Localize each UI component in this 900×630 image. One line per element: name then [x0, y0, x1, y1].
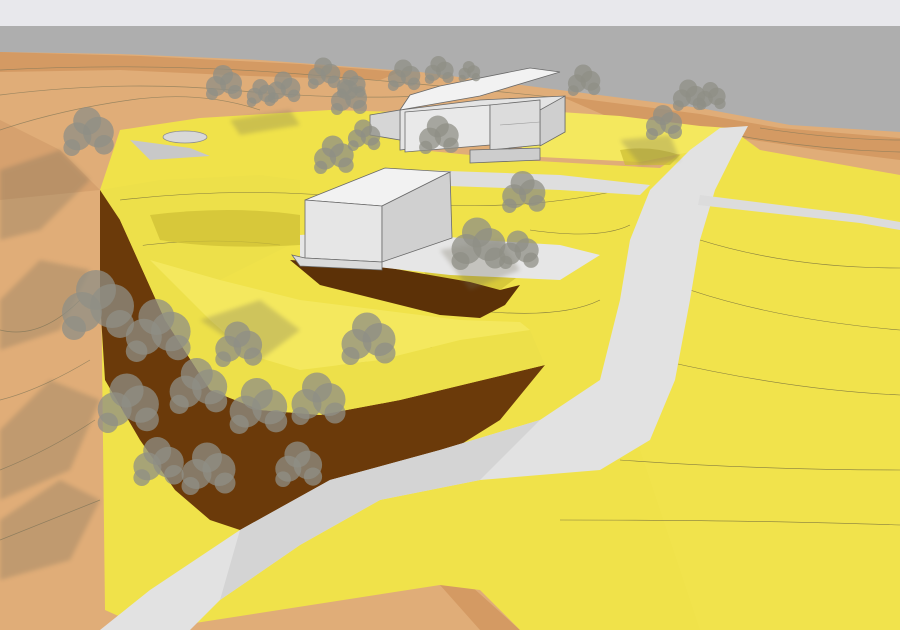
sky-band [0, 0, 900, 26]
model-viewport[interactable] [0, 0, 900, 630]
site-model-render [0, 0, 900, 630]
